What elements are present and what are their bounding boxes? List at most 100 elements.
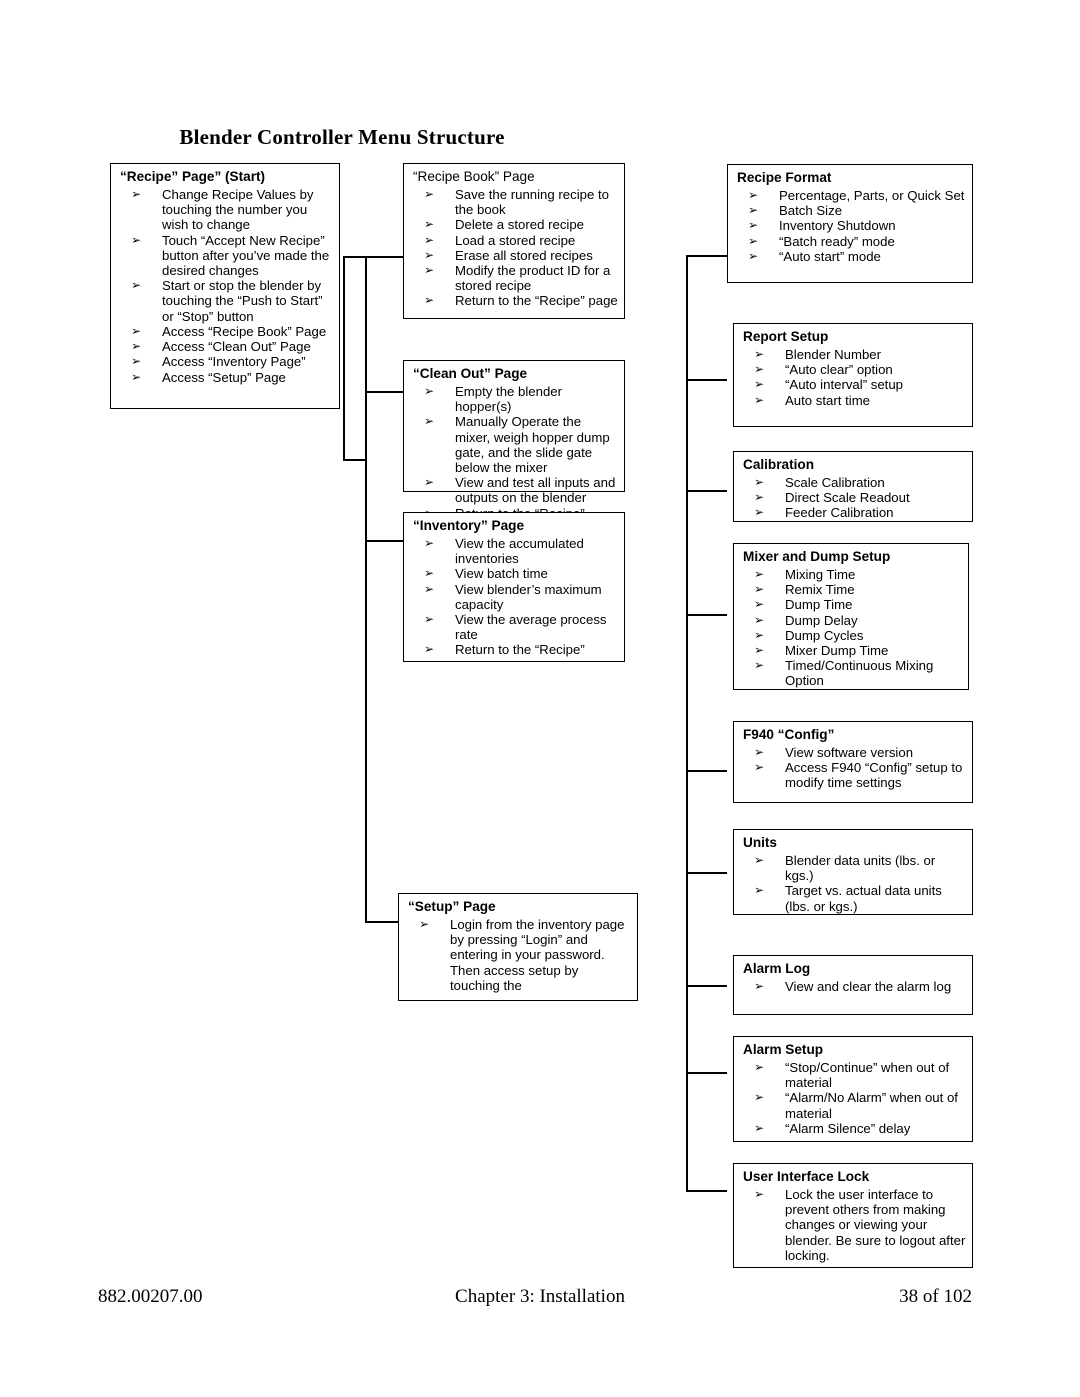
box-list-item: ➢ Blender data units (lbs. or kgs.) bbox=[743, 853, 966, 883]
box-list-item-text: Scale Calibration bbox=[785, 474, 885, 490]
arrow-bullet-icon: ➢ bbox=[754, 377, 765, 392]
box-list-item: ➢ View and clear the alarm log bbox=[743, 979, 966, 994]
box-list-item-text: Mixer Dump Time bbox=[785, 643, 889, 659]
arrow-bullet-icon: ➢ bbox=[424, 217, 435, 232]
arrow-bullet-icon: ➢ bbox=[748, 187, 759, 202]
arrow-bullet-icon: ➢ bbox=[754, 490, 765, 505]
box-list-item: ➢ View and test all inputs and outputs on… bbox=[413, 475, 618, 505]
box-mixer-dump[interactable]: Mixer and Dump Setup ➢ Mixing Time ➢ Remix … bbox=[733, 543, 969, 690]
box-item-list: ➢ Change Recipe Values by touching the nu… bbox=[120, 187, 333, 385]
box-list-item-text: Empty the blender hopper(s) bbox=[455, 383, 563, 415]
box-setup[interactable]: “Setup” Page ➢ Login from the inventory p… bbox=[398, 893, 638, 1001]
arrow-bullet-icon: ➢ bbox=[131, 323, 142, 338]
connector-to-f940-config bbox=[686, 770, 727, 772]
box-item-list: ➢ View and clear the alarm log bbox=[743, 979, 966, 994]
arrow-bullet-icon: ➢ bbox=[754, 760, 765, 775]
connector-to-alarm-setup bbox=[686, 1072, 727, 1074]
box-list-item: ➢ Auto start time bbox=[743, 393, 966, 408]
box-report-setup[interactable]: Report Setup ➢ Blender Number ➢ “Auto clear… bbox=[733, 323, 973, 427]
connector-to-mixer-dump bbox=[686, 614, 727, 616]
arrow-bullet-icon: ➢ bbox=[748, 218, 759, 233]
arrow-bullet-icon: ➢ bbox=[754, 346, 765, 361]
box-units[interactable]: Units ➢ Blender data units (lbs. or kgs.)… bbox=[733, 829, 973, 915]
box-list-item-text: Dump Delay bbox=[785, 612, 858, 628]
connector-to-calibration bbox=[686, 490, 727, 492]
box-clean-out[interactable]: “Clean Out” Page ➢ Empty the blender hopp… bbox=[403, 360, 625, 536]
box-list-item: ➢ Timed/Continuous Mixing Option bbox=[743, 658, 962, 688]
box-item-list: ➢ “Stop/Continue” when out of material ➢ “A… bbox=[743, 1060, 966, 1136]
box-alarm-log[interactable]: Alarm Log ➢ View and clear the alarm log bbox=[733, 955, 973, 1015]
arrow-bullet-icon: ➢ bbox=[754, 474, 765, 489]
box-inventory[interactable]: “Inventory” Page ➢ View the accumulated i… bbox=[403, 512, 625, 662]
arrow-bullet-icon: ➢ bbox=[748, 248, 759, 263]
box-title: User Interface Lock bbox=[743, 1169, 870, 1184]
box-list-item: ➢ Scale Calibration bbox=[743, 475, 966, 490]
box-title: “Setup” Page bbox=[408, 899, 496, 914]
box-title: Report Setup bbox=[743, 329, 829, 344]
box-list-item-text: View batch time bbox=[455, 566, 548, 582]
box-list-item-text: View and test all inputs and outputs on … bbox=[455, 475, 616, 506]
box-list-item-text: “Alarm/No Alarm” when out of material bbox=[785, 1090, 958, 1121]
arrow-bullet-icon: ➢ bbox=[424, 581, 435, 596]
box-list-item: ➢ Access “Recipe Book” Page bbox=[120, 324, 333, 339]
arrow-bullet-icon: ➢ bbox=[754, 612, 765, 627]
box-list-item-text: Target vs. actual data units (lbs. or kg… bbox=[785, 883, 942, 914]
connector-right-trunk bbox=[686, 255, 688, 1191]
box-list-item-text: Access “Recipe Book” Page bbox=[162, 323, 327, 339]
box-list-item-text: Modify the product ID for a stored recip… bbox=[455, 263, 611, 294]
box-list-item-text: Save the running recipe to the book bbox=[455, 186, 609, 218]
box-list-item-text: Return to the “Recipe” page bbox=[455, 293, 618, 309]
box-list-item-text: Delete a stored recipe bbox=[455, 217, 585, 233]
box-recipe-book[interactable]: “Recipe Book” Page ➢ Save the running rec… bbox=[403, 163, 625, 319]
box-list-item: ➢ View software version bbox=[743, 745, 966, 760]
box-title: F940 “Config” bbox=[743, 727, 835, 742]
box-list-item: ➢ View blender’s maximum capacity bbox=[413, 582, 618, 612]
box-list-item-text: Access F940 “Config” setup to modify tim… bbox=[785, 760, 963, 791]
box-list-item: ➢ Blender Number bbox=[743, 347, 966, 362]
box-list-item-text: Lock the user interface to prevent other… bbox=[785, 1186, 966, 1263]
box-item-list: ➢ Blender Number ➢ “Auto clear” option ➢ “Aut… bbox=[743, 347, 966, 408]
box-list-item: ➢ Load a stored recipe bbox=[413, 233, 618, 248]
box-list-item-text: Load a stored recipe bbox=[455, 232, 576, 248]
box-list-item-text: Return to the “Recipe” bbox=[455, 642, 585, 658]
box-list-item: ➢ Return to the “Recipe” bbox=[413, 642, 618, 657]
box-title: “Inventory” Page bbox=[413, 518, 525, 533]
arrow-bullet-icon: ➢ bbox=[424, 535, 435, 550]
box-list-item: ➢ “Auto interval” setup bbox=[743, 377, 966, 392]
box-list-item-text: Dump Cycles bbox=[785, 627, 864, 643]
box-title: Units bbox=[743, 835, 777, 850]
arrow-bullet-icon: ➢ bbox=[754, 1090, 765, 1105]
box-calibration[interactable]: Calibration ➢ Scale Calibration ➢ Direct Sc… bbox=[733, 451, 973, 522]
arrow-bullet-icon: ➢ bbox=[131, 186, 142, 201]
connector-to-alarm-log bbox=[686, 985, 727, 987]
box-list-item: ➢ Lock the user interface to prevent othe… bbox=[743, 1187, 966, 1263]
arrow-bullet-icon: ➢ bbox=[754, 627, 765, 642]
box-item-list: ➢ View the accumulated inventories ➢ View b… bbox=[413, 536, 618, 658]
box-item-list: ➢ Save the running recipe to the book ➢ Del… bbox=[413, 187, 618, 309]
connector-to-ui-lock bbox=[686, 1190, 727, 1192]
box-list-item: ➢ Direct Scale Readout bbox=[743, 490, 966, 505]
box-list-item-text: Batch Size bbox=[779, 203, 843, 219]
box-list-item-text: “Auto start” mode bbox=[779, 248, 881, 264]
box-list-item-text: View the accumulated inventories bbox=[455, 535, 584, 567]
arrow-bullet-icon: ➢ bbox=[424, 186, 435, 201]
box-list-item-text: Start or stop the blender by touching th… bbox=[162, 278, 323, 324]
box-ui-lock[interactable]: User Interface Lock ➢ Lock the user inter… bbox=[733, 1163, 973, 1268]
box-f940-config[interactable]: F940 “Config” ➢ View software version ➢ Acc… bbox=[733, 721, 973, 803]
box-alarm-setup[interactable]: Alarm Setup ➢ “Stop/Continue” when out of… bbox=[733, 1036, 973, 1142]
box-list-item-text: View the average process rate bbox=[455, 612, 607, 643]
box-list-item-text: View software version bbox=[785, 744, 914, 760]
box-list-item: ➢ Mixing Time bbox=[743, 567, 962, 582]
arrow-bullet-icon: ➢ bbox=[424, 566, 435, 581]
box-title: “Recipe Book” Page bbox=[413, 169, 535, 184]
box-list-item-text: Timed/Continuous Mixing Option bbox=[785, 658, 934, 689]
box-recipe-format[interactable]: Recipe Format ➢ Percentage, Parts, or Qui… bbox=[727, 164, 973, 283]
box-recipe-page[interactable]: “Recipe” Page” (Start) ➢ Change Recipe Va… bbox=[110, 163, 340, 409]
arrow-bullet-icon: ➢ bbox=[424, 232, 435, 247]
box-list-item: ➢ Empty the blender hopper(s) bbox=[413, 384, 618, 414]
arrow-bullet-icon: ➢ bbox=[424, 247, 435, 262]
box-list-item: ➢ View batch time bbox=[413, 566, 618, 581]
footer-page-number: 38 of 102 bbox=[899, 1286, 972, 1307]
box-list-item: ➢ Percentage, Parts, or Quick Set bbox=[737, 188, 966, 203]
arrow-bullet-icon: ➢ bbox=[131, 278, 142, 293]
